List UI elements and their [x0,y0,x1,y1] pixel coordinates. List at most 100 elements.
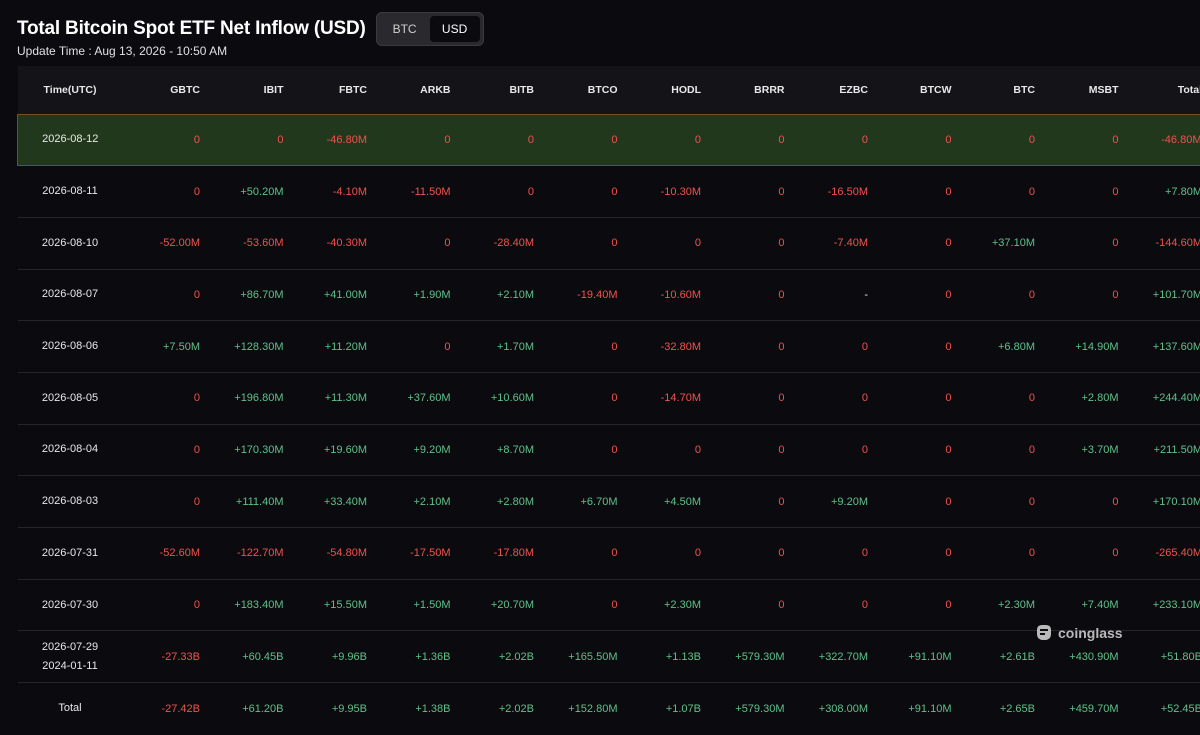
row-date-cell: 2026-08-03 [17,475,123,528]
cell-hodl: 0 [623,113,707,167]
column-header-total[interactable]: Total [1124,66,1200,114]
cell-fbtc: -54.80M [289,527,373,580]
table-row: 2026-08-05 0 +196.80M +11.30M +37.60M +10.60M… [17,371,1200,425]
cell-ezbc: 0 [790,371,874,425]
cell-btc: 0 [957,113,1041,167]
cell-hodl: -14.70M [623,371,707,425]
column-header-msbt[interactable]: MSBT [1041,66,1125,114]
cell-btc: +37.10M [957,216,1041,270]
cell-fbtc: +15.50M [289,578,373,631]
cell-msbt: 0 [1041,527,1125,580]
row-date: Total [58,702,82,715]
cell-brrr: 0 [707,268,791,321]
column-header-brrr[interactable]: BRRR [707,66,791,114]
column-header-btco[interactable]: BTCO [540,66,624,114]
cell-btcw: +91.10M [874,630,958,683]
table-body: 2026-08-12 0 0 -46.80M 0 0 0 0 0 0 0 0 0 -46.80M 2026-… [17,113,1200,735]
cell-gbtc: 0 [122,475,206,528]
cell-fbtc: +11.30M [289,371,373,425]
cell-brrr: 0 [707,113,791,167]
cell-ezbc: -7.40M [790,216,874,270]
table-row: 2026-08-06 +7.50M +128.30M +11.20M 0 +1.70M 0-… [17,320,1200,373]
cell-total: +170.10M [1124,475,1200,528]
cell-brrr: 0 [707,527,791,580]
cell-brrr: +579.30M [707,630,791,683]
cell-ibit: +170.30M [206,423,290,476]
currency-toggle[interactable]: BTC USD [375,12,484,46]
toggle-btc-button[interactable]: BTC [380,16,430,42]
cell-ezbc: 0 [790,423,874,476]
row-date: 2026-08-06 [41,340,99,353]
cell-msbt: 0 [1041,475,1125,528]
cell-btcw: 0 [874,113,958,167]
watermark-text: coinglass [1058,625,1123,641]
row-date-cell: 2026-08-12 [17,113,123,167]
cell-btc: +2.65B [957,682,1041,735]
row-date-cell: 2026-08-04 [17,423,123,476]
row-date: 2026-07-31 [41,546,99,559]
cell-total: +101.70M [1124,268,1200,321]
cell-gbtc: -52.60M [122,527,206,580]
cell-btcw: 0 [874,320,958,373]
cell-btco: -19.40M [540,268,624,321]
cell-arkb: +1.90M [373,268,457,321]
column-header-hodl[interactable]: HODL [623,66,707,114]
row-date: 2024-01-11 [42,659,98,672]
header: Total Bitcoin Spot ETF Net Inflow (USD) … [17,12,484,46]
table-row: 2026-08-10 -52.00M -53.60M -40.30M 0 -28.40M 0… [17,216,1200,270]
cell-total: +233.10M [1124,578,1200,631]
column-header-btc[interactable]: BTC [957,66,1041,114]
column-header-time-utc[interactable]: Time(UTC) [17,66,123,114]
cell-ibit: +60.45B [206,630,290,683]
row-date: 2026-07-29 [41,640,99,653]
table-row: 2026-08-07 0 +86.70M +41.00M +1.90M +2.10M -19… [17,268,1200,321]
cell-gbtc: -52.00M [122,216,206,270]
cell-arkb: 0 [373,113,457,167]
cell-arkb: 0 [373,216,457,270]
cell-btcw: 0 [874,268,958,321]
cell-hodl: 0 [623,216,707,270]
cell-fbtc: -40.30M [289,216,373,270]
column-header-gbtc[interactable]: GBTC [122,66,206,114]
row-date-cell: 2026-08-05 [17,371,123,425]
cell-btc: 0 [957,165,1041,218]
row-date: 2026-08-07 [41,288,99,301]
column-header-btcw[interactable]: BTCW [874,66,958,114]
cell-btco: 0 [540,216,624,270]
cell-bitb: +2.02B [456,682,540,735]
cell-hodl: +1.07B [623,682,707,735]
column-header-bitb[interactable]: BITB [456,66,540,114]
row-date-cell: 2026-08-06 [17,320,123,373]
cell-btco: 0 [540,165,624,218]
cell-fbtc: +33.40M [289,475,373,528]
toggle-usd-button[interactable]: USD [429,16,480,42]
cell-arkb: +37.60M [373,371,457,425]
row-date: 2026-08-03 [41,495,99,508]
cell-ibit: +128.30M [206,320,290,373]
column-header-arkb[interactable]: ARKB [373,66,457,114]
column-header-fbtc[interactable]: FBTC [289,66,373,114]
column-header-ibit[interactable]: IBIT [206,66,290,114]
cell-total: +52.45B [1124,682,1200,735]
cell-btco: 0 [540,320,624,373]
cell-ezbc: +308.00M [790,682,874,735]
cell-bitb: -28.40M [456,216,540,270]
cell-arkb: 0 [373,320,457,373]
row-date: 2026-08-10 [41,236,99,249]
cell-ezbc: 0 [790,578,874,631]
cell-bitb: +20.70M [456,578,540,631]
cell-brrr: 0 [707,578,791,631]
cell-bitb: +8.70M [456,423,540,476]
cell-msbt: +2.80M [1041,371,1125,425]
row-date-cell: 2026-07-29 2024-01-11 [17,630,123,683]
cell-ibit: +61.20B [206,682,290,735]
cell-hodl: 0 [623,423,707,476]
cell-ezbc: 0 [790,113,874,167]
column-header-ezbc[interactable]: EZBC [790,66,874,114]
row-date: 2026-08-05 [41,391,99,404]
cell-brrr: 0 [707,475,791,528]
table-row: 2026-07-31 -52.60M -122.70M -54.80M -17.50M -… [17,527,1200,580]
coinglass-watermark: coinglass [1034,624,1123,642]
row-date: 2026-07-30 [41,598,99,611]
cell-arkb: +1.36B [373,630,457,683]
